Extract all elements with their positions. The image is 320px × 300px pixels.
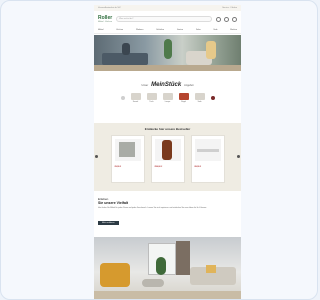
header: Roller Möbel · Küchen Was suchst du? xyxy=(94,11,241,27)
info-heading: Sie unsere Vielfalt xyxy=(98,201,129,205)
offers-cards: Fliese Grau 60x60 29,99 € Relaxsessel Br… xyxy=(94,135,241,183)
product-image xyxy=(114,139,141,161)
product-label: Lampe xyxy=(164,101,171,103)
plant-image xyxy=(156,257,166,275)
nav-item[interactable]: Garten xyxy=(177,29,183,31)
brand-product[interactable]: Lampe xyxy=(162,93,173,103)
product-name: Fliese Grau 60x60 xyxy=(114,164,128,165)
nav-item[interactable]: Sale xyxy=(213,29,217,31)
product-thumbnail xyxy=(130,93,141,100)
offers-title: Entdecke hier unsere Bestseller xyxy=(144,127,191,131)
product-image xyxy=(154,139,181,161)
topbar-right[interactable]: Service · Filialen xyxy=(222,7,237,9)
hero-person-image xyxy=(122,43,130,55)
product-thumbnail xyxy=(146,93,157,100)
nav-item[interactable]: Wohnen xyxy=(136,29,143,31)
logo-text[interactable]: Roller xyxy=(98,15,112,21)
brand-pre-text: Unser xyxy=(141,84,149,87)
brand-heading: Unser MeinStück Angebot xyxy=(94,82,241,88)
product-price: 299,00 € xyxy=(154,166,163,168)
cushion-image xyxy=(206,265,216,273)
user-icon[interactable] xyxy=(216,16,221,22)
product-label: Sofa xyxy=(197,101,202,103)
room-floor xyxy=(94,291,241,299)
nav-item[interactable]: Schlafen xyxy=(156,29,164,31)
product-label: Sessel xyxy=(132,101,139,103)
product-image xyxy=(194,139,221,161)
hero-plant-image xyxy=(164,39,172,59)
topbar-left: Versandkostenfrei ab 50€ xyxy=(98,7,121,9)
hero-person-image xyxy=(206,41,216,59)
main-nav: Möbel Küchen Wohnen Schlafen Garten Deko… xyxy=(94,27,241,34)
table-image xyxy=(196,149,219,152)
hero-floor xyxy=(94,65,241,71)
tile-image xyxy=(118,142,135,157)
room-banner[interactable] xyxy=(94,237,241,299)
nav-item[interactable]: Marken xyxy=(230,29,237,31)
product-thumbnail xyxy=(162,93,173,100)
screenshot-frame: Versandkostenfrei ab 50€ Service · Filia… xyxy=(0,0,318,300)
logo[interactable]: Roller Möbel · Küchen xyxy=(98,15,113,23)
brand-product-carousel: Sessel Tisch Lampe Regal Sofa xyxy=(94,93,241,103)
info-section: Erleben Sie unsere Vielfalt Hier finden … xyxy=(98,197,237,228)
offers-next-icon[interactable] xyxy=(237,155,240,158)
brand-name[interactable]: MeinStück xyxy=(151,82,181,88)
product-card[interactable]: Couchtisch Weiß 89,99 € xyxy=(190,135,225,183)
nav-item[interactable]: Deko xyxy=(196,29,201,31)
offers-section: Entdecke hier unsere Bestseller Fliese G… xyxy=(94,123,241,191)
product-card[interactable]: Relaxsessel Braun 299,00 € xyxy=(150,135,185,183)
product-price: 29,99 € xyxy=(114,166,122,168)
info-paragraph: Hier finden Sie Möbel für jeden Raum und… xyxy=(98,207,207,209)
product-label: Regal xyxy=(181,101,186,103)
nav-item[interactable]: Küchen xyxy=(116,29,123,31)
heart-icon[interactable] xyxy=(224,16,229,22)
brand-product[interactable]: Sofa xyxy=(194,93,205,103)
product-label: Tisch xyxy=(149,101,154,103)
carousel-next-icon[interactable] xyxy=(210,96,215,100)
offers-prev-icon[interactable] xyxy=(95,155,98,158)
nav-item[interactable]: Möbel xyxy=(98,29,103,31)
brand-product[interactable]: Sessel xyxy=(130,93,141,103)
coffee-table-image xyxy=(142,279,164,287)
more-button[interactable]: Mehr erfahren xyxy=(98,220,119,225)
product-thumbnail xyxy=(194,93,205,100)
header-icons xyxy=(216,16,237,22)
carousel-prev-icon[interactable] xyxy=(120,96,125,100)
logo-subtext: Möbel · Küchen xyxy=(98,20,113,23)
hero-banner[interactable] xyxy=(94,35,241,71)
webpage: Versandkostenfrei ab 50€ Service · Filia… xyxy=(94,5,241,299)
shelf-image xyxy=(176,241,190,275)
brand-product[interactable]: Regal xyxy=(178,93,189,103)
brand-product[interactable]: Tisch xyxy=(146,93,157,103)
product-name: Relaxsessel Braun xyxy=(154,164,168,165)
product-card[interactable]: Fliese Grau 60x60 29,99 € xyxy=(110,135,145,183)
search-input[interactable]: Was suchst du? xyxy=(116,16,212,22)
armchair-image xyxy=(100,263,130,287)
armchair-image xyxy=(161,140,172,160)
product-thumbnail xyxy=(178,93,189,100)
brand-post-text: Angebot xyxy=(184,84,194,87)
cart-icon[interactable] xyxy=(232,16,237,22)
product-name: Couchtisch Weiß xyxy=(194,164,207,165)
product-price: 89,99 € xyxy=(194,166,202,168)
